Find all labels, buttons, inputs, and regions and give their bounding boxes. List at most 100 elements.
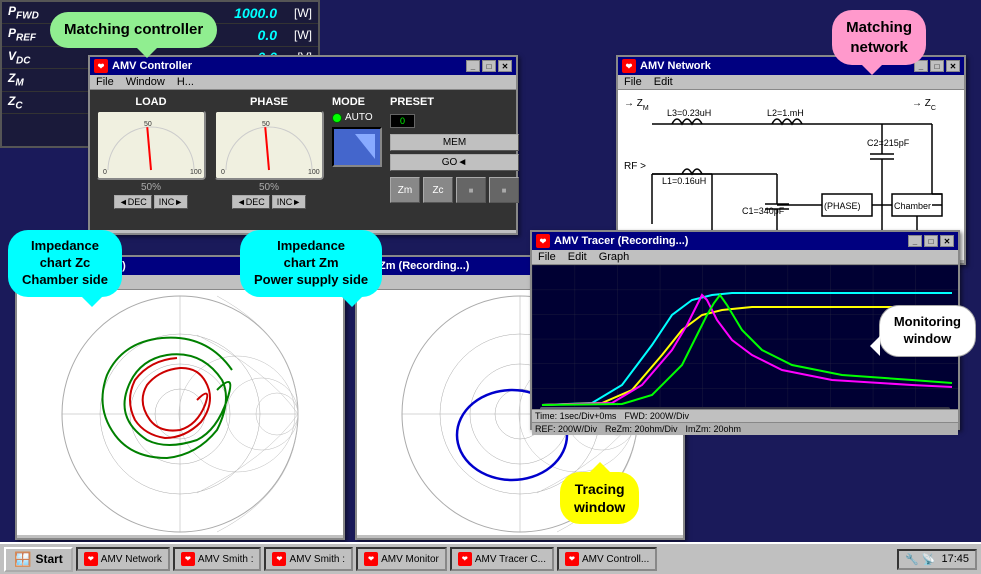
- menu-window[interactable]: Window: [124, 76, 167, 88]
- taskbar-btn-label-3: AMV Monitor: [381, 554, 439, 565]
- svg-text:L2=1.mH: L2=1.mH: [767, 108, 804, 118]
- monitor-unit-0: [W]: [277, 6, 312, 20]
- load-dec-btn[interactable]: ◄DEC: [114, 195, 152, 209]
- zm-icon-box[interactable]: Zm: [390, 177, 420, 203]
- controller-window: ❤ AMV Controller _ □ ✕ File Window H... …: [88, 55, 518, 235]
- monitor-unit-1: [W]: [277, 28, 312, 42]
- taskbar-btn-1[interactable]: ❤AMV Smith :: [173, 547, 262, 571]
- tracer-infobar: Time: 1sec/Div+0ms FWD: 200W/Div: [532, 409, 958, 422]
- tracer-minimize[interactable]: _: [908, 235, 922, 247]
- svg-text:50: 50: [144, 121, 152, 128]
- controller-close[interactable]: ✕: [498, 60, 512, 72]
- taskbar-btn-4[interactable]: ❤AMV Tracer C...: [450, 547, 554, 571]
- tracer-controls[interactable]: _ □ ✕: [908, 235, 954, 247]
- taskbar-btn-3[interactable]: ❤AMV Monitor: [356, 547, 447, 571]
- zm-label: Zm: [398, 185, 412, 196]
- svg-text:50: 50: [262, 121, 270, 128]
- auto-label: AUTO: [345, 112, 373, 123]
- zc-label: Zc: [432, 185, 443, 196]
- preset-panel: PRESET MEM GO◄ Zm Zc ■ ■: [390, 96, 519, 203]
- clock-time: 17:45: [941, 553, 969, 565]
- taskbar-btn-label-1: AMV Smith :: [198, 554, 254, 565]
- auto-led: [332, 113, 342, 123]
- svg-text:100: 100: [308, 169, 320, 176]
- extra-icon-box2[interactable]: ■: [489, 177, 519, 203]
- menu-file[interactable]: File: [94, 76, 116, 88]
- start-label: Start: [35, 552, 62, 566]
- mode-auto: AUTO: [332, 112, 382, 123]
- taskbar: 🪟 Start ❤AMV Network❤AMV Smith :❤AMV Smi…: [0, 542, 981, 574]
- network-title: AMV Network: [640, 60, 711, 72]
- phase-label: PHASE: [250, 96, 288, 108]
- taskbar-btn-2[interactable]: ❤AMV Smith :: [264, 547, 353, 571]
- network-icon: ❤: [622, 59, 636, 73]
- taskbar-icon-5: ❤: [565, 552, 579, 566]
- taskbar-btn-label-0: AMV Network: [101, 554, 162, 565]
- callout-monitoring-window: Monitoring window: [879, 305, 976, 357]
- zc-icon-box[interactable]: Zc: [423, 177, 453, 203]
- taskbar-btn-5[interactable]: ❤AMV Controll...: [557, 547, 657, 571]
- callout-impedance-zm: Impedance chart Zm Power supply side: [240, 230, 382, 297]
- svg-text:→ ZM: → ZM: [624, 98, 649, 112]
- mode-display: [332, 127, 382, 167]
- menu-edit[interactable]: Edit: [566, 251, 589, 263]
- menu-help[interactable]: H...: [175, 76, 196, 88]
- menu-edit[interactable]: Edit: [652, 76, 675, 88]
- fwd-div: FWD: 200W/Div: [624, 411, 689, 421]
- load-meter-group: LOAD 0 50 100 50% ◄DEC INC►: [96, 96, 206, 209]
- smith1-window: ❤ Zc (Recording...) _ □ ✕ View Alarm: [15, 255, 345, 540]
- load-inc-btn[interactable]: INC►: [154, 195, 188, 209]
- network-menu: File Edit: [618, 75, 964, 90]
- svg-text:L3=0.23uH: L3=0.23uH: [667, 108, 711, 118]
- phase-buttons[interactable]: ◄DEC INC►: [232, 195, 306, 209]
- preset-input[interactable]: [390, 114, 415, 128]
- network-controls[interactable]: _ □ ✕: [914, 60, 960, 72]
- mode-label: MODE: [332, 96, 382, 108]
- callout-mw-text: Monitoring window: [894, 314, 961, 346]
- go-btn[interactable]: GO◄: [390, 154, 519, 171]
- svg-text:RF >: RF >: [624, 161, 646, 172]
- network-close[interactable]: ✕: [946, 60, 960, 72]
- taskbar-icon-4: ❤: [458, 552, 472, 566]
- svg-text:L1=0.16uH: L1=0.16uH: [662, 176, 706, 186]
- taskbar-btn-label-4: AMV Tracer C...: [475, 554, 546, 565]
- controller-maximize[interactable]: □: [482, 60, 496, 72]
- controller-minimize[interactable]: _: [466, 60, 480, 72]
- extra-icon-box1[interactable]: ■: [456, 177, 486, 203]
- preset-label: PRESET: [390, 96, 519, 108]
- taskbar-btn-label-5: AMV Controll...: [582, 554, 649, 565]
- taskbar-btn-label-2: AMV Smith :: [289, 554, 345, 565]
- svg-text:Chamber: Chamber: [894, 201, 931, 211]
- network-maximize[interactable]: □: [930, 60, 944, 72]
- ref-label: REF: 200W/Div: [535, 424, 597, 434]
- mem-btn[interactable]: MEM: [390, 134, 519, 151]
- load-label: LOAD: [135, 96, 166, 108]
- tracer-icon: ❤: [536, 234, 550, 248]
- tracer-titlebar: ❤ AMV Tracer (Recording...) _ □ ✕: [532, 232, 958, 250]
- callout-mn-text: Matching network: [846, 19, 912, 56]
- menu-file[interactable]: File: [536, 251, 558, 263]
- tracer-close[interactable]: ✕: [940, 235, 954, 247]
- start-button[interactable]: 🪟 Start: [4, 547, 73, 572]
- controller-body: LOAD 0 50 100 50% ◄DEC INC►: [90, 90, 516, 230]
- controller-icon: ❤: [94, 59, 108, 73]
- phase-inc-btn[interactable]: INC►: [272, 195, 306, 209]
- taskbar-btn-0[interactable]: ❤AMV Network: [76, 547, 170, 571]
- imzm-label: ImZm: 20ohm: [686, 424, 742, 434]
- svg-text:C1=340pF: C1=340pF: [742, 206, 785, 216]
- controller-controls[interactable]: _ □ ✕: [466, 60, 512, 72]
- tracer-maximize[interactable]: □: [924, 235, 938, 247]
- phase-dec-btn[interactable]: ◄DEC: [232, 195, 270, 209]
- callout-tw-text: Tracing window: [574, 481, 625, 515]
- taskbar-icon-1: ❤: [181, 552, 195, 566]
- callout-matching-controller: Matching controller: [50, 12, 217, 48]
- menu-graph[interactable]: Graph: [597, 251, 632, 263]
- load-percent: 50%: [141, 182, 161, 193]
- svg-text:100: 100: [190, 169, 202, 176]
- load-buttons[interactable]: ◄DEC INC►: [114, 195, 188, 209]
- svg-text:(PHASE): (PHASE): [824, 201, 861, 211]
- svg-text:→ ZC: → ZC: [912, 98, 936, 112]
- svg-text:0: 0: [221, 169, 225, 176]
- smith1-body: [17, 290, 343, 535]
- menu-file[interactable]: File: [622, 76, 644, 88]
